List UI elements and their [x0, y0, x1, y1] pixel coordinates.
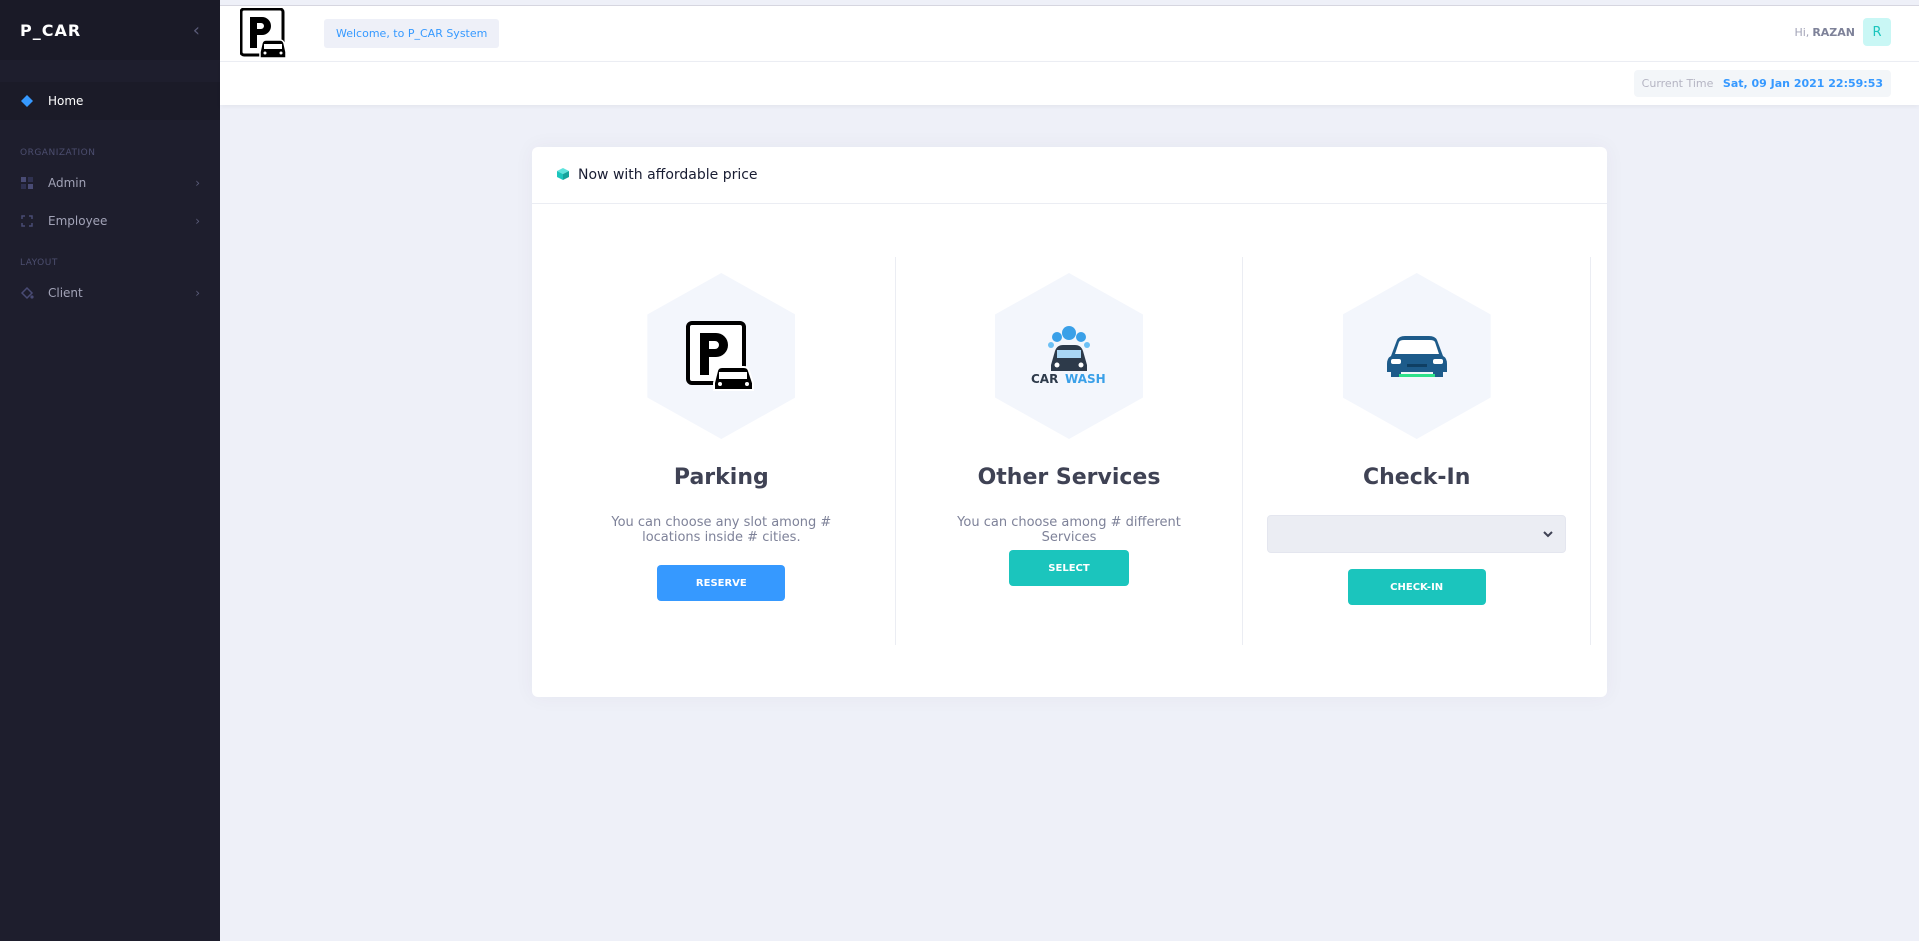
parking-logo-icon[interactable]: [239, 7, 288, 60]
checkin-title: Check-In: [1362, 465, 1471, 490]
card-header: Now with affordable price: [532, 147, 1607, 204]
main-card: Now with affordable price Parking You ca…: [532, 147, 1607, 697]
checkin-button[interactable]: CHECK-IN: [1347, 569, 1486, 605]
reserve-button[interactable]: RESERVE: [657, 565, 786, 601]
sidebar-item-label: Admin: [48, 176, 87, 190]
sidebar: P_CAR ‹ Home ORGANIZATION Admin › Employ…: [0, 0, 220, 941]
avatar[interactable]: R: [1863, 18, 1891, 46]
parking-description: You can choose any slot among # location…: [611, 515, 832, 545]
cube-icon: [556, 166, 570, 185]
services-description: You can choose among # different Service…: [957, 515, 1181, 545]
bucket-icon: [20, 286, 34, 300]
checkin-column: Check-In CHECK-IN: [1242, 257, 1592, 645]
card-title: Now with affordable price: [578, 167, 758, 183]
carwash-logo-icon: CAR WASH: [1031, 326, 1106, 386]
grid-icon: [20, 176, 34, 190]
chevron-right-icon: ›: [195, 176, 200, 190]
car-front-icon: [1386, 336, 1447, 377]
parking-column: Parking You can choose any slot among # …: [548, 257, 895, 645]
collapse-chevron-icon[interactable]: ‹: [193, 20, 200, 41]
svg-text:CAR: CAR: [1031, 372, 1058, 386]
top-header: Welcome, to P_CAR System Hi, RAZAN R: [220, 5, 1919, 61]
select-button[interactable]: SELECT: [1009, 550, 1129, 586]
welcome-badge: Welcome, to P_CAR System: [324, 19, 500, 48]
services-title: Other Services: [977, 465, 1161, 490]
sidebar-item-client[interactable]: Client ›: [0, 274, 220, 312]
parking-hexagon: [647, 273, 796, 439]
section-layout: LAYOUT: [20, 258, 58, 268]
scan-icon: [20, 214, 34, 228]
chevron-down-icon: [1541, 526, 1555, 545]
chevron-right-icon: ›: [195, 214, 200, 228]
current-time-box: Current Time Sat, 09 Jan 2021 22:59:53: [1633, 70, 1891, 97]
chevron-right-icon: ›: [195, 286, 200, 300]
checkin-select[interactable]: [1267, 515, 1567, 553]
brand-name: P_CAR: [20, 20, 82, 40]
section-organization: ORGANIZATION: [20, 148, 96, 158]
subheader: Current Time Sat, 09 Jan 2021 22:59:53: [220, 61, 1919, 105]
username: RAZAN: [1812, 25, 1855, 39]
current-time-value: Sat, 09 Jan 2021 22:59:53: [1722, 77, 1883, 90]
current-time-label: Current Time: [1641, 77, 1714, 90]
parking-title: Parking: [673, 465, 769, 490]
greeting-text: Hi,: [1794, 25, 1810, 39]
sidebar-item-employee[interactable]: Employee ›: [0, 202, 220, 240]
layers-icon: [20, 94, 34, 108]
service-columns: Parking You can choose any slot among # …: [532, 257, 1607, 645]
services-hexagon: CAR WASH: [995, 273, 1143, 439]
brand-bar: P_CAR ‹: [0, 0, 220, 60]
user-menu[interactable]: Hi, RAZAN R: [1794, 18, 1891, 46]
sidebar-item-home[interactable]: Home: [0, 82, 220, 120]
sidebar-item-label: Employee: [48, 214, 108, 228]
sidebar-item-admin[interactable]: Admin ›: [0, 164, 220, 202]
parking-sign-icon: [686, 321, 755, 391]
services-column: CAR WASH Other Services You can choose a…: [894, 257, 1243, 645]
sidebar-item-label: Home: [48, 94, 84, 108]
checkin-hexagon: [1342, 273, 1491, 439]
svg-text:WASH: WASH: [1065, 372, 1106, 386]
sidebar-item-label: Client: [48, 286, 83, 300]
